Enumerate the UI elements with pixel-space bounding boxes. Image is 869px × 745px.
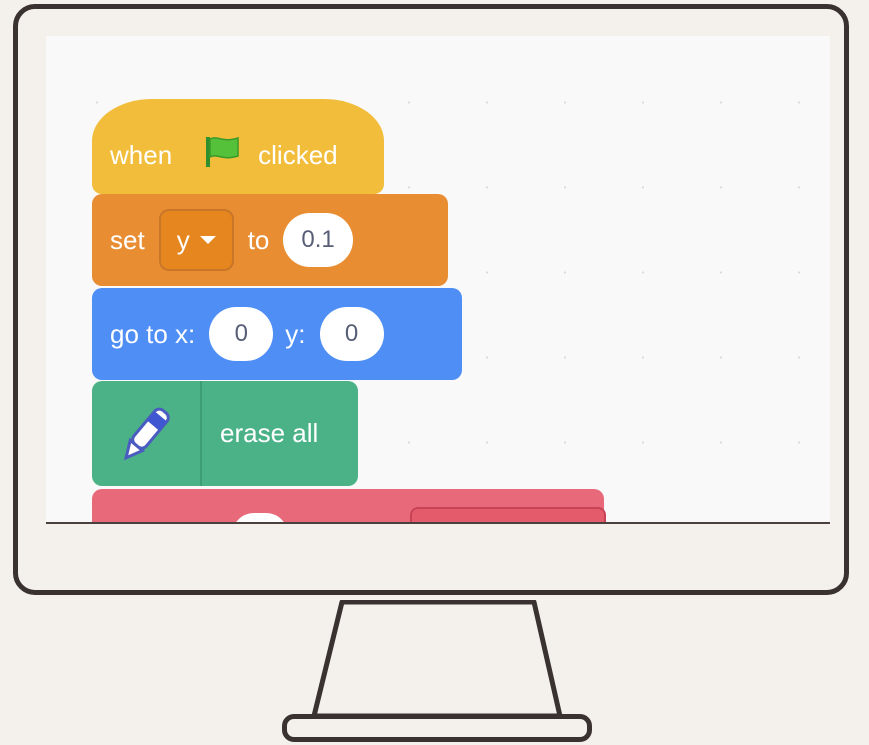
partial-block-reporter[interactable] bbox=[410, 507, 606, 522]
screen-bottom-edge bbox=[46, 522, 830, 524]
set-label: set bbox=[110, 224, 145, 255]
go-to-xy-block[interactable]: go to x: 0 y: 0 bbox=[92, 288, 462, 380]
when-label: when bbox=[110, 140, 173, 170]
variable-name: y bbox=[176, 224, 190, 255]
erase-all-label: erase all bbox=[220, 418, 319, 448]
partial-block-input[interactable] bbox=[232, 513, 288, 522]
clicked-label: clicked bbox=[258, 140, 338, 170]
x-input[interactable]: 0 bbox=[209, 307, 274, 361]
partial-block[interactable] bbox=[92, 489, 606, 522]
set-value-input[interactable]: 0.1 bbox=[283, 213, 353, 267]
y-label: y: bbox=[285, 318, 306, 349]
set-variable-block[interactable]: set y to 0.1 bbox=[92, 194, 448, 286]
scratch-code-area[interactable]: when clicked set y to 0.1 go to x: 0 y: … bbox=[46, 36, 830, 522]
when-flag-clicked-block[interactable]: when clicked bbox=[92, 99, 384, 194]
monitor-stand-base bbox=[282, 714, 592, 742]
to-label: to bbox=[247, 224, 270, 255]
green-flag-icon bbox=[204, 135, 240, 176]
dropdown-arrow-icon bbox=[199, 236, 216, 244]
go-to-x-label: go to x: bbox=[110, 318, 196, 349]
variable-dropdown[interactable]: y bbox=[158, 209, 234, 271]
y-input[interactable]: 0 bbox=[319, 307, 384, 361]
monitor-stand-neck bbox=[311, 600, 563, 718]
pen-icon bbox=[92, 381, 202, 486]
erase-all-block[interactable]: erase all bbox=[92, 381, 358, 486]
